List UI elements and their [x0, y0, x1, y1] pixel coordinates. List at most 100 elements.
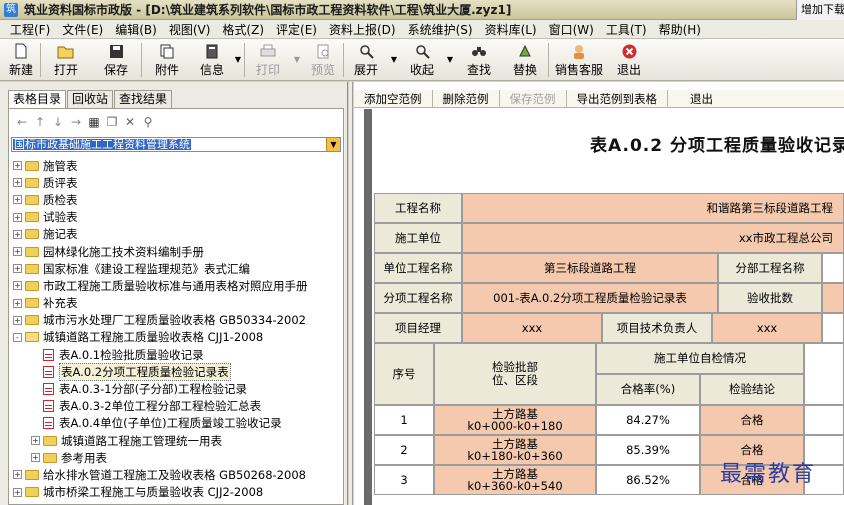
menu-format[interactable]: 格式(Z) — [216, 21, 270, 38]
tree-item-table[interactable]: 表A.0.4单位(子单位)工程质量竣工验收记录 — [9, 415, 343, 432]
collapse-button[interactable]: 收起 — [400, 39, 444, 81]
system-select[interactable]: 国标市政基础施工工程资料管理系统 ▼ — [11, 137, 341, 152]
unit-project-field[interactable]: 第三标段道路工程 — [462, 253, 718, 283]
replace-button[interactable]: 替换 — [502, 39, 548, 81]
tree-item-folder[interactable]: - 城镇道路工程施工质量验收表格 CJJ1-2008 — [9, 329, 343, 346]
back-arrow-icon[interactable]: ← — [13, 115, 31, 129]
panel-splitter[interactable] — [349, 82, 353, 505]
row-rate[interactable]: 85.39% — [596, 435, 700, 465]
project-name-field[interactable]: 和谐路第三标段道路工程 — [462, 193, 844, 223]
division-field[interactable] — [822, 253, 844, 283]
expand-toggle-icon[interactable]: + — [13, 161, 22, 171]
expand-toggle-icon[interactable]: + — [13, 315, 22, 325]
tree-item-folder[interactable]: + 质检表 — [9, 191, 343, 208]
row-result[interactable]: 合格 — [700, 405, 804, 435]
tree-item-folder[interactable]: + 城市污水处理厂工程质量验收表格 GB50334-2002 — [9, 312, 343, 329]
tree-item-folder[interactable]: + 施管表 — [9, 157, 343, 174]
expand-toggle-icon[interactable]: + — [13, 212, 22, 222]
expand-toggle-icon[interactable]: + — [31, 436, 40, 446]
batch-count-field[interactable] — [822, 283, 844, 313]
expand-toggle-icon[interactable]: + — [13, 487, 22, 497]
print-dropdown-arrow[interactable]: ▼ — [291, 39, 303, 64]
tree-item-folder[interactable]: + 施记表 — [9, 226, 343, 243]
tree-item-folder[interactable]: + 试验表 — [9, 209, 343, 226]
row-extra[interactable] — [804, 405, 844, 435]
preview-button[interactable]: 预览 — [303, 39, 343, 81]
expand-toggle-icon[interactable]: + — [13, 298, 22, 308]
info-button[interactable]: 信息 — [192, 39, 232, 81]
tree-item-folder[interactable]: + 城镇道路工程施工管理统一用表 — [9, 432, 343, 449]
menu-tools[interactable]: 工具(T) — [600, 21, 653, 38]
subitem-field[interactable]: 001-表A.0.2分项工程质量检验记录表 — [462, 283, 718, 313]
tree-item-table[interactable]: 表A.0.2分项工程质量检验记录表 — [9, 362, 343, 381]
menu-window[interactable]: 窗口(W) — [543, 21, 600, 38]
menu-edit[interactable]: 编辑(B) — [109, 21, 163, 38]
expand-toggle-icon[interactable]: + — [13, 229, 22, 239]
expand-dropdown-arrow[interactable]: ▼ — [388, 39, 400, 64]
open-button[interactable]: 打开 — [41, 39, 91, 81]
menu-library[interactable]: 资料库(L) — [479, 21, 543, 38]
exit-button[interactable]: 退出 — [609, 39, 649, 81]
expand-toggle-icon[interactable]: + — [13, 178, 22, 188]
tree-item-folder[interactable]: + 参考用表 — [9, 449, 343, 466]
tree-item-folder[interactable]: + 国家标准《建设工程监理规范》表式汇编 — [9, 260, 343, 277]
tab-recycle-bin[interactable]: 回收站 — [67, 90, 114, 108]
pm-field[interactable]: xxx — [462, 313, 602, 343]
export-example-button[interactable]: 导出范例到表格 — [567, 89, 668, 108]
chevron-down-icon[interactable]: ▼ — [326, 138, 340, 151]
delete-example-button[interactable]: 删除范例 — [433, 89, 500, 108]
menu-help[interactable]: 帮助(H) — [653, 21, 707, 38]
row-batch[interactable]: 土方路基 k0+180-k0+360 — [434, 435, 596, 465]
tree-item-folder[interactable]: + 给水排水管道工程施工及验收表格 GB50268-2008 — [9, 466, 343, 483]
filter-icon[interactable]: ⚲ — [139, 115, 157, 129]
tree-item-table[interactable]: 表A.0.1检验批质量验收记录 — [9, 346, 343, 363]
new-button[interactable]: 新建 — [2, 39, 40, 81]
right-exit-button[interactable]: 退出 — [668, 90, 723, 108]
expand-toggle-icon[interactable]: + — [13, 195, 22, 205]
row-batch[interactable]: 土方路基 k0+360-k0+540 — [434, 465, 596, 495]
expand-toggle-icon[interactable]: + — [31, 453, 40, 463]
menu-evaluate[interactable]: 评定(E) — [270, 21, 323, 38]
expand-toggle-icon[interactable]: + — [13, 264, 22, 274]
menu-view[interactable]: 视图(V) — [163, 21, 217, 38]
tech-lead-field[interactable]: xxx — [712, 313, 822, 343]
find-button[interactable]: 查找 — [456, 39, 502, 81]
add-table-icon[interactable]: ▦ — [85, 115, 103, 129]
menu-file[interactable]: 文件(E) — [56, 21, 109, 38]
add-empty-example-button[interactable]: 添加空范例 — [354, 89, 433, 108]
save-example-button[interactable]: 保存范例 — [500, 89, 567, 108]
tree-item-folder[interactable]: + 园林绿化施工技术资料编制手册 — [9, 243, 343, 260]
tree-item-folder[interactable]: + 城市桥梁工程施工与质量验收表 CJJ2-2008 — [9, 484, 343, 501]
expand-toggle-icon[interactable]: + — [13, 281, 22, 291]
expand-button[interactable]: 展开 — [344, 39, 388, 81]
menu-report[interactable]: 资料上报(D) — [323, 21, 402, 38]
row-rate[interactable]: 86.52% — [596, 465, 700, 495]
collapse-toggle-icon[interactable]: - — [13, 332, 22, 342]
menu-project[interactable]: 工程(F) — [4, 21, 56, 38]
row-rate[interactable]: 84.27% — [596, 405, 700, 435]
support-button[interactable]: 销售客服 — [549, 39, 609, 81]
down-arrow-icon[interactable]: ↓ — [49, 115, 67, 129]
attach-button[interactable]: 附件 — [142, 39, 192, 81]
copy-icon[interactable]: ❐ — [103, 115, 121, 129]
menu-system[interactable]: 系统维护(S) — [402, 21, 479, 38]
forward-arrow-icon[interactable]: → — [67, 115, 85, 129]
tab-table-directory[interactable]: 表格目录 — [8, 90, 67, 109]
print-button[interactable]: 打印 — [245, 39, 291, 81]
add-download-button[interactable]: 增加下载 — [796, 0, 844, 20]
construction-unit-field[interactable]: xx市政工程总公司 — [462, 223, 844, 253]
delete-icon[interactable]: ✕ — [121, 115, 139, 129]
tree-item-table[interactable]: 表A.0.3-1分部(子分部)工程检验记录 — [9, 380, 343, 397]
info-dropdown-arrow[interactable]: ▼ — [232, 39, 244, 64]
tree-item-folder[interactable]: + 市政工程施工质量验收标准与通用表格对照应用手册 — [9, 277, 343, 294]
expand-toggle-icon[interactable]: + — [13, 247, 22, 257]
save-button[interactable]: 保存 — [91, 39, 141, 81]
up-arrow-icon[interactable]: ↑ — [31, 115, 49, 129]
tree-item-folder[interactable]: + 补充表 — [9, 295, 343, 312]
row-batch[interactable]: 土方路基 k0+000-k0+180 — [434, 405, 596, 435]
tree-item-table[interactable]: 表A.0.3-2单位工程分部工程检验汇总表 — [9, 398, 343, 415]
collapse-dropdown-arrow[interactable]: ▼ — [444, 39, 456, 64]
expand-toggle-icon[interactable]: + — [13, 470, 22, 480]
tree-item-folder[interactable]: + 质评表 — [9, 174, 343, 191]
tab-search-results[interactable]: 查找结果 — [114, 90, 173, 108]
